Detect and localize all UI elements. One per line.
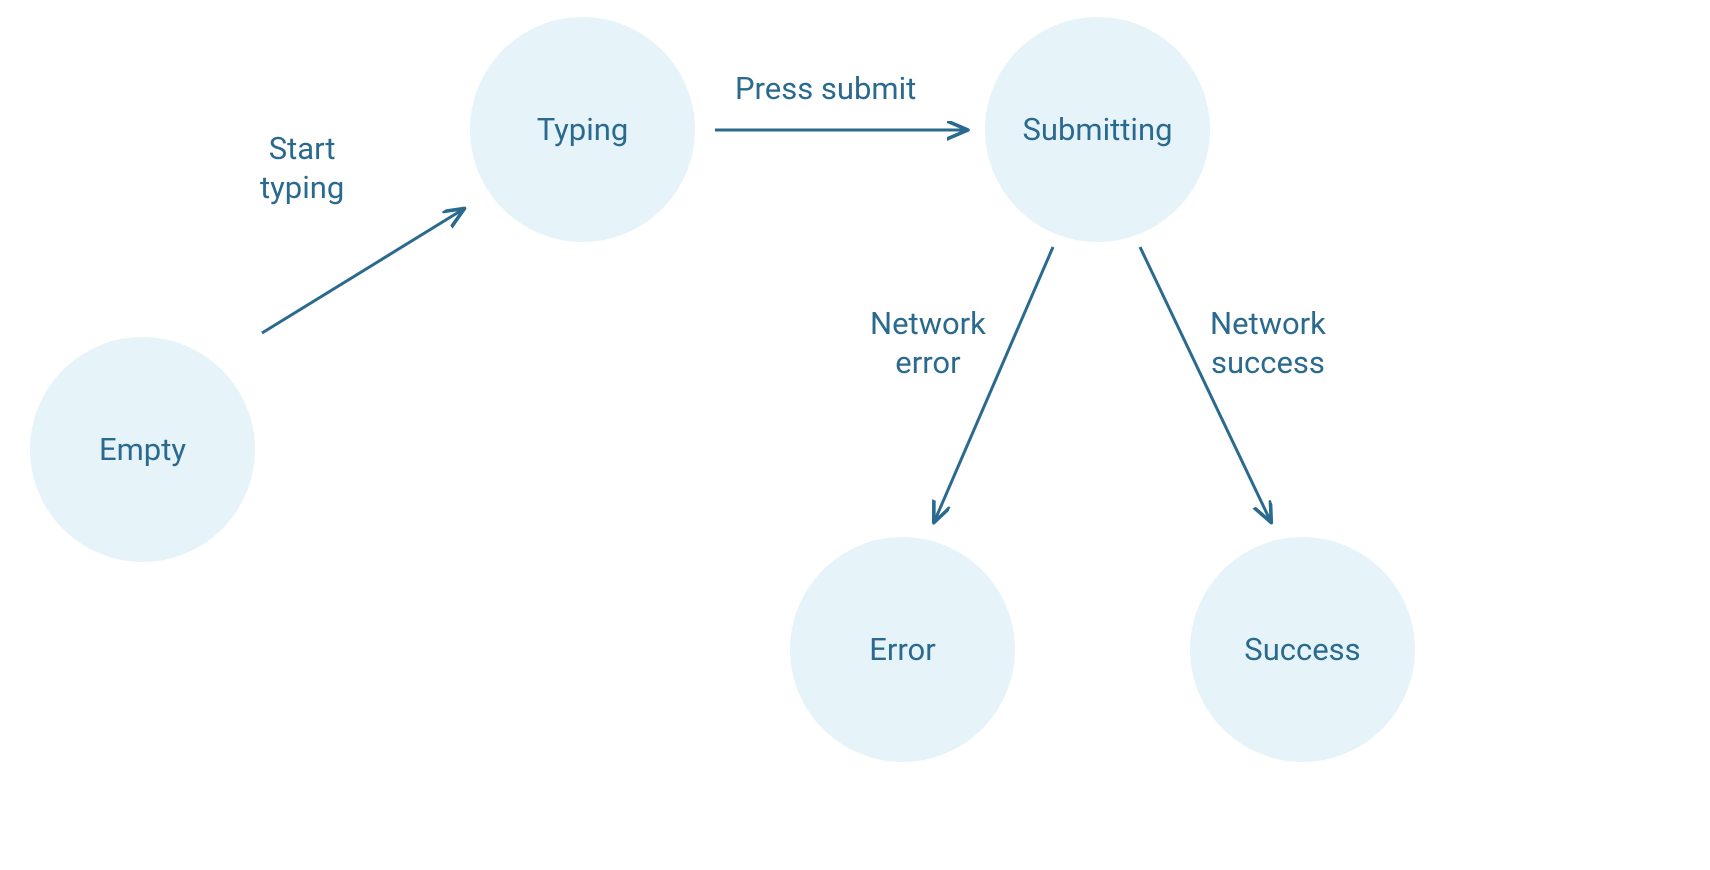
transition-arrow-network-error <box>935 247 1053 520</box>
state-node-empty: Empty <box>30 337 255 562</box>
state-node-submitting: Submitting <box>985 17 1210 242</box>
state-node-success: Success <box>1190 537 1415 762</box>
state-label: Error <box>869 631 936 668</box>
state-node-typing: Typing <box>470 17 695 242</box>
state-label: Empty <box>99 431 186 468</box>
state-node-error: Error <box>790 537 1015 762</box>
transition-label-network-success: Network success <box>1210 305 1326 383</box>
transition-label-start-typing: Start typing <box>260 130 344 208</box>
state-label: Success <box>1244 631 1360 668</box>
transition-label-press-submit: Press submit <box>735 70 916 109</box>
state-label: Submitting <box>1023 111 1173 148</box>
transition-arrow-start-typing <box>262 210 462 333</box>
transition-arrow-network-success <box>1140 247 1270 520</box>
state-label: Typing <box>537 111 629 148</box>
transition-label-network-error: Network error <box>870 305 986 383</box>
